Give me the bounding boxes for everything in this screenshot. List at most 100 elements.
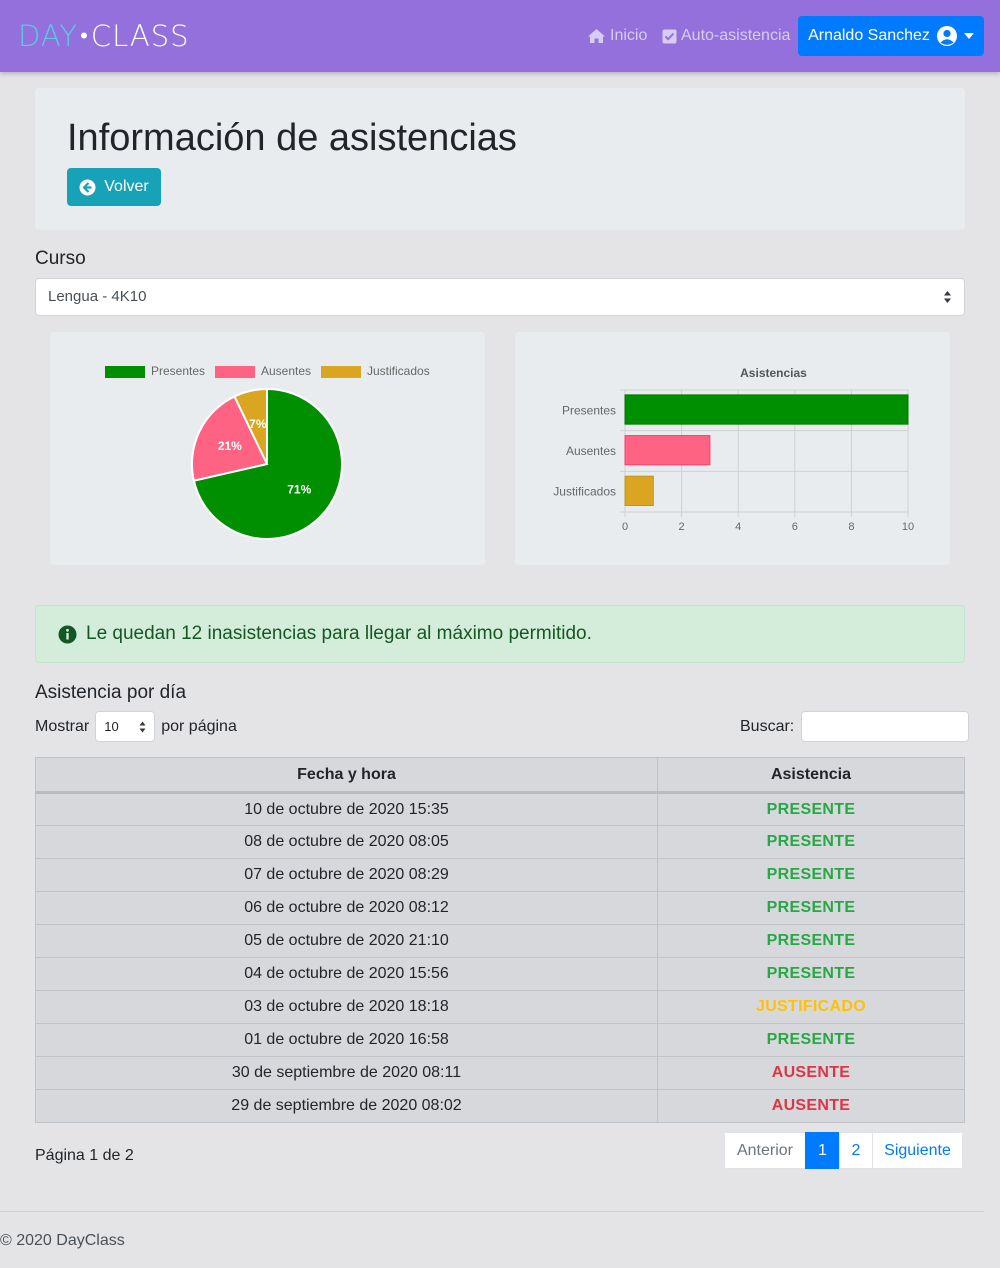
bar [624, 475, 654, 506]
checkbox-icon [662, 29, 677, 43]
x-tick-label: 6 [792, 521, 798, 533]
user-circle-icon [936, 26, 957, 46]
nav-auto-asistencia-label: Auto-asistencia [681, 27, 791, 44]
pagination-next[interactable]: Siguiente [872, 1132, 963, 1169]
x-tick-label: 2 [679, 521, 685, 533]
back-button[interactable]: Volver [67, 168, 161, 206]
cell-status: PRESENTE [657, 858, 965, 892]
navbar: DAY•CLASS Inicio Auto-asistencia Arnaldo… [0, 0, 1000, 72]
pie-chart-card: Presentes Ausentes Justificados 71% 21% 7% [50, 332, 485, 565]
info-circle-icon [58, 625, 77, 643]
remaining-absences-alert: Le quedan 12 inasistencias para llegar a… [35, 605, 965, 663]
cell-status: PRESENTE [657, 891, 965, 925]
alert-text: Le quedan 12 inasistencias para llegar a… [86, 623, 592, 644]
pagination-previous[interactable]: Anterior [724, 1132, 806, 1169]
x-tick-label: 0 [622, 521, 628, 533]
search-label: Buscar: [740, 717, 795, 735]
table-row: 01 de octubre de 2020 16:58 PRESENTE [35, 1023, 965, 1057]
bar-chart: Asistencias 0 2 4 6 8 10 Presentes Ausentes Justi… [553, 366, 914, 533]
bar [624, 394, 909, 425]
cell-status: PRESENTE [657, 957, 965, 991]
y-tick-label: Justificados [553, 485, 616, 499]
brand-day-text: DAY [18, 19, 79, 53]
curso-selected-value: Lengua - 4K10 [48, 288, 147, 305]
arrow-circle-left-icon [79, 179, 96, 195]
search-input[interactable] [801, 711, 970, 742]
brand-logo[interactable]: DAY•CLASS [18, 20, 190, 53]
column-header-date[interactable]: Fecha y hora [35, 757, 658, 794]
footer-text: © 2020 DayClass [0, 1232, 125, 1249]
page-length-value: 10 [104, 719, 119, 734]
nav-auto-asistencia-link[interactable]: Auto-asistencia [662, 26, 790, 46]
y-tick-label: Ausentes [566, 444, 616, 458]
legend-label: Presentes [151, 364, 205, 378]
table-row: 05 de octubre de 2020 21:10 PRESENTE [35, 924, 965, 958]
pagination-page-2[interactable]: 2 [839, 1132, 873, 1169]
cell-status: AUSENTE [657, 1089, 965, 1123]
pie-chart: Presentes Ausentes Justificados 71% 21% 7% [105, 364, 430, 540]
select-arrows-icon [944, 291, 951, 303]
cell-status: AUSENTE [657, 1056, 965, 1090]
page-length-control: Mostrar 10 por página [35, 711, 237, 742]
pagination-info: Página 1 de 2 [35, 1147, 134, 1164]
user-name: Arnaldo Sanchez [808, 27, 930, 44]
pagination-page-1[interactable]: 1 [805, 1132, 840, 1169]
table-row: 30 de septiembre de 2020 08:11 AUSENTE [35, 1056, 965, 1090]
cell-status: PRESENTE [657, 924, 965, 958]
table-row: 08 de octubre de 2020 08:05 PRESENTE [35, 825, 965, 859]
user-menu-button[interactable]: Arnaldo Sanchez [798, 16, 984, 56]
y-tick-label: Presentes [562, 403, 616, 417]
footer-divider [0, 1211, 984, 1212]
cell-status: PRESENTE [657, 792, 965, 826]
cell-date: 29 de septiembre de 2020 08:02 [35, 1089, 658, 1123]
cell-date: 04 de octubre de 2020 15:56 [35, 957, 658, 991]
legend-swatch [321, 366, 361, 378]
attendance-table: Fecha y hora Asistencia 10 de octubre de… [35, 757, 965, 1123]
cell-date: 05 de octubre de 2020 21:10 [35, 924, 658, 958]
x-tick-label: 4 [735, 521, 741, 533]
page-length-select[interactable]: 10 [95, 711, 156, 742]
back-button-label: Volver [104, 178, 149, 195]
nav-inicio-label: Inicio [610, 27, 648, 44]
x-tick-label: 8 [848, 521, 854, 533]
legend-label: Ausentes [261, 364, 311, 378]
show-suffix: por página [161, 717, 237, 735]
select-arrows-icon [139, 721, 146, 733]
curso-select[interactable]: Lengua - 4K10 [35, 278, 965, 316]
header-panel: Información de asistencias Volver [35, 88, 965, 230]
cell-date: 01 de octubre de 2020 16:58 [35, 1023, 658, 1057]
bar [624, 435, 711, 466]
table-row: 03 de octubre de 2020 18:18 JUSTIFICADO [35, 990, 965, 1024]
show-prefix: Mostrar [35, 717, 90, 735]
cell-date: 03 de octubre de 2020 18:18 [35, 990, 658, 1024]
table-row: 06 de octubre de 2020 08:12 PRESENTE [35, 891, 965, 925]
curso-label: Curso [35, 248, 86, 269]
column-header-status[interactable]: Asistencia [657, 757, 965, 794]
pie-data-label: 21% [218, 439, 242, 453]
table-row: 29 de septiembre de 2020 08:02 AUSENTE [35, 1089, 965, 1123]
brand-dot: • [80, 24, 89, 49]
page-title: Información de asistencias [67, 117, 517, 159]
bar-chart-card: Asistencias 0 2 4 6 8 10 Presentes Ausentes Justi… [515, 332, 950, 565]
legend-label: Justificados [367, 364, 430, 378]
table-row: 10 de octubre de 2020 15:35 PRESENTE [35, 792, 965, 826]
pie-data-label: 71% [287, 483, 311, 497]
pie-data-label: 7% [249, 417, 267, 431]
table-row: 04 de octubre de 2020 15:56 PRESENTE [35, 957, 965, 991]
cell-status: JUSTIFICADO [657, 990, 965, 1024]
brand-class-text: CLASS [90, 19, 190, 53]
cell-date: 06 de octubre de 2020 08:12 [35, 891, 658, 925]
cell-status: PRESENTE [657, 1023, 965, 1057]
caret-down-icon [963, 33, 974, 39]
legend-swatch [215, 366, 255, 378]
table-header-row: Fecha y hora Asistencia [35, 757, 965, 794]
cell-date: 10 de octubre de 2020 15:35 [35, 792, 658, 826]
search-control: Buscar: [740, 711, 970, 742]
nav-inicio-link[interactable]: Inicio [587, 26, 647, 46]
attendance-heading: Asistencia por día [35, 682, 187, 703]
cell-date: 07 de octubre de 2020 08:29 [35, 858, 658, 892]
cell-date: 30 de septiembre de 2020 08:11 [35, 1056, 658, 1090]
cell-status: PRESENTE [657, 825, 965, 859]
home-icon [588, 29, 605, 43]
chart-title: Asistencias [740, 366, 807, 380]
